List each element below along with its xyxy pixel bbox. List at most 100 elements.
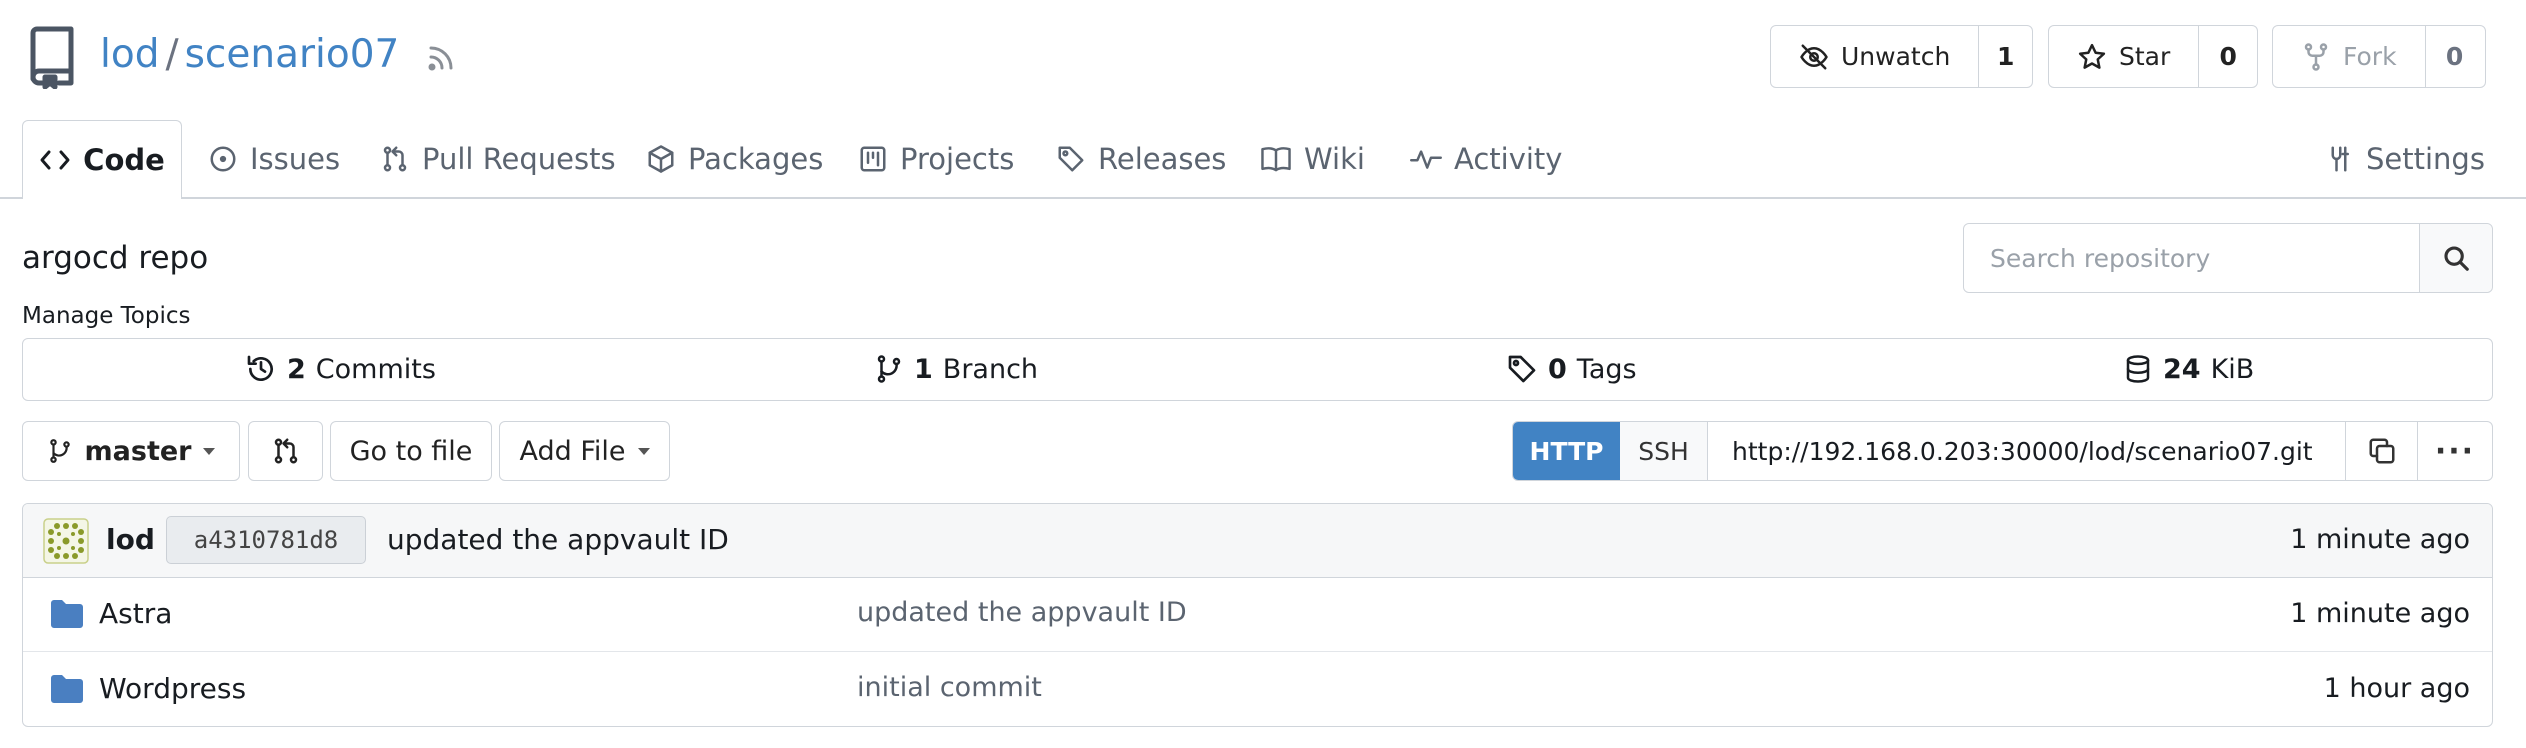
file-name-link[interactable]: Wordpress xyxy=(99,672,246,705)
watch-button-group: Unwatch 1 xyxy=(1770,25,2033,88)
package-icon xyxy=(646,144,676,174)
tags-stat[interactable]: 0 Tags xyxy=(1506,339,1637,399)
tab-wiki-label: Wiki xyxy=(1304,142,1365,176)
tab-packages-label: Packages xyxy=(688,142,824,176)
file-row: Wordpress initial commit 1 hour ago xyxy=(23,653,2492,726)
commit-author-link[interactable]: lod xyxy=(106,523,155,556)
tab-settings[interactable]: Settings xyxy=(2324,120,2485,198)
branches-label: Branch xyxy=(942,353,1039,385)
pull-request-icon xyxy=(380,144,410,174)
branch-name: master xyxy=(84,435,192,467)
book-icon xyxy=(1260,144,1292,174)
commit-sha-link[interactable]: a4310781d8 xyxy=(166,516,366,564)
watchers-count[interactable]: 1 xyxy=(1979,26,2032,87)
tools-icon xyxy=(2324,144,2354,174)
add-file-label: Add File xyxy=(519,435,626,467)
manage-topics-link[interactable]: Manage Topics xyxy=(22,303,191,329)
tab-pull-requests-label: Pull Requests xyxy=(422,142,616,176)
code-icon xyxy=(39,148,71,172)
pull-request-icon xyxy=(271,436,301,466)
star-icon xyxy=(2077,42,2107,72)
branch-dropdown[interactable]: master xyxy=(22,421,240,481)
rss-icon[interactable] xyxy=(425,42,457,74)
eye-slash-icon xyxy=(1799,42,1829,72)
tab-activity-label: Activity xyxy=(1454,142,1563,176)
commit-message-link[interactable]: updated the appvault ID xyxy=(387,523,729,556)
tab-pull-requests[interactable]: Pull Requests xyxy=(380,120,616,198)
fork-button-group: Fork 0 xyxy=(2272,25,2486,88)
database-icon xyxy=(2123,353,2153,385)
repo-title-separator: / xyxy=(165,32,179,77)
add-file-dropdown[interactable]: Add File xyxy=(499,421,670,481)
repo-stats-bar: 2 Commits 1 Branch 0 Tags 24 KiB xyxy=(22,338,2493,401)
tab-releases[interactable]: Releases xyxy=(1056,120,1226,198)
tag-icon xyxy=(1506,353,1538,385)
repo-name-link[interactable]: scenario07 xyxy=(185,32,400,77)
tab-code[interactable]: Code xyxy=(22,120,182,199)
repo-title: lod / scenario07 xyxy=(100,32,399,77)
branches-stat[interactable]: 1 Branch xyxy=(874,339,1038,399)
search-icon xyxy=(2441,243,2471,273)
copy-icon xyxy=(2367,436,2397,466)
file-table: lod a4310781d8 updated the appvault ID 1… xyxy=(22,503,2493,727)
fork-button[interactable]: Fork xyxy=(2273,26,2426,87)
stars-count[interactable]: 0 xyxy=(2199,26,2257,87)
avatar[interactable] xyxy=(43,518,89,564)
pulse-icon xyxy=(1410,144,1442,174)
search-button[interactable] xyxy=(2419,224,2492,292)
branch-icon xyxy=(874,353,904,385)
tab-issues[interactable]: Issues xyxy=(208,120,340,198)
tab-issues-label: Issues xyxy=(250,142,341,176)
chevron-down-icon xyxy=(203,447,216,455)
tag-icon xyxy=(1056,144,1086,174)
tab-code-label: Code xyxy=(83,143,165,177)
tab-projects-label: Projects xyxy=(900,142,1015,176)
fork-label: Fork xyxy=(2343,42,2397,71)
branches-count: 1 xyxy=(914,353,933,385)
star-label: Star xyxy=(2119,42,2171,71)
file-name-link[interactable]: Astra xyxy=(99,597,172,630)
more-options-button[interactable]: ··· xyxy=(2418,422,2492,480)
commits-stat[interactable]: 2 Commits xyxy=(245,339,436,399)
unwatch-label: Unwatch xyxy=(1841,42,1951,71)
go-to-file-button[interactable]: Go to file xyxy=(330,421,492,481)
clone-url-group: HTTP SSH ··· xyxy=(1512,421,2493,481)
ssh-protocol-button[interactable]: SSH xyxy=(1620,422,1708,480)
folder-icon xyxy=(50,599,84,629)
copy-url-button[interactable] xyxy=(2346,422,2418,480)
unwatch-button[interactable]: Unwatch xyxy=(1771,26,1980,87)
tab-wiki[interactable]: Wiki xyxy=(1260,120,1365,198)
commits-count: 2 xyxy=(287,353,306,385)
file-commit-time: 1 hour ago xyxy=(2323,673,2470,704)
compare-button[interactable] xyxy=(248,421,323,481)
tags-count: 0 xyxy=(1548,353,1567,385)
issue-icon xyxy=(208,144,238,174)
clone-url-input[interactable] xyxy=(1708,422,2346,480)
file-commit-message-link[interactable]: updated the appvault ID xyxy=(857,597,1187,628)
forks-count[interactable]: 0 xyxy=(2426,26,2484,87)
star-button-group: Star 0 xyxy=(2048,25,2258,88)
tab-projects[interactable]: Projects xyxy=(858,120,1014,198)
history-icon xyxy=(245,353,277,385)
repo-description: argocd repo xyxy=(22,240,209,276)
tab-activity[interactable]: Activity xyxy=(1410,120,1562,198)
tags-label: Tags xyxy=(1576,353,1637,385)
fork-icon xyxy=(2301,42,2331,72)
search-repository-box xyxy=(1963,223,2493,293)
folder-icon xyxy=(50,674,84,704)
file-commit-time: 1 minute ago xyxy=(2290,598,2470,629)
repository-icon xyxy=(27,25,77,89)
star-button[interactable]: Star xyxy=(2049,26,2200,87)
file-commit-message-link[interactable]: initial commit xyxy=(857,672,1042,703)
tab-packages[interactable]: Packages xyxy=(646,120,823,198)
commit-time: 1 minute ago xyxy=(2290,524,2470,555)
commits-label: Commits xyxy=(315,353,436,385)
repo-owner-link[interactable]: lod xyxy=(100,32,159,77)
search-input[interactable] xyxy=(1964,224,2419,292)
size-count: 24 xyxy=(2163,353,2201,385)
tab-settings-label: Settings xyxy=(2366,142,2485,176)
tab-releases-label: Releases xyxy=(1098,142,1227,176)
size-label: KiB xyxy=(2210,353,2255,385)
file-row: Astra updated the appvault ID 1 minute a… xyxy=(23,578,2492,652)
http-protocol-button[interactable]: HTTP xyxy=(1513,422,1620,480)
